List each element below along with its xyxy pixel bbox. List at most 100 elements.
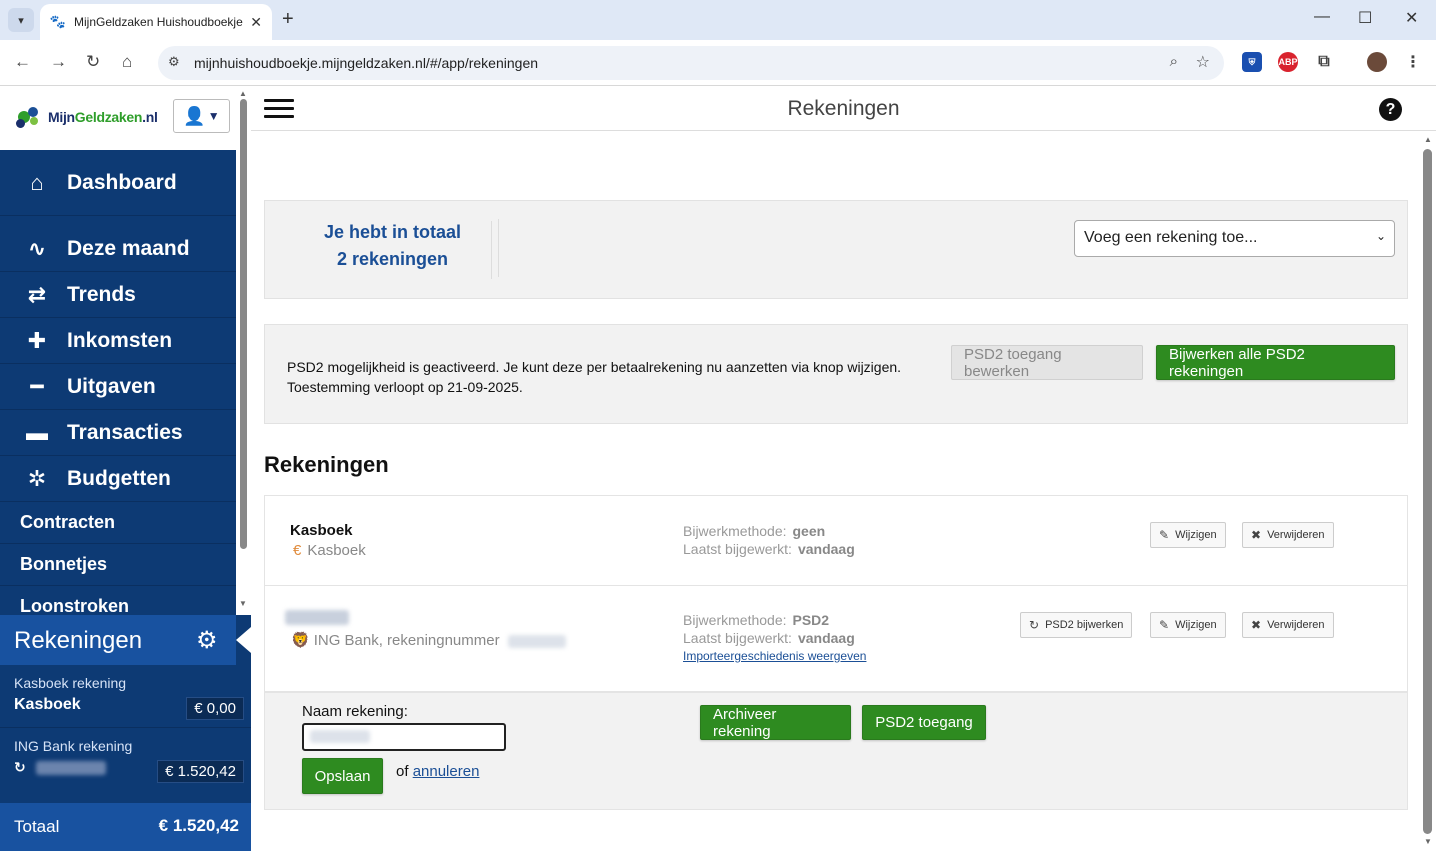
psd2-edit-button[interactable]: PSD2 toegang bewerken bbox=[951, 345, 1143, 380]
sync-icon: ↻ bbox=[1029, 618, 1040, 632]
account-balance: € 0,00 bbox=[186, 697, 244, 720]
edit-button[interactable]: ✎ Wijzigen bbox=[1150, 522, 1226, 548]
shuffle-icon: ⇄ bbox=[27, 281, 47, 307]
url-text: mijnhuishoudboekje.mijngeldzaken.nl/#/ap… bbox=[194, 55, 539, 71]
cancel-link[interactable]: annuleren bbox=[413, 763, 480, 780]
site-info-icon[interactable]: ⚙ bbox=[168, 54, 180, 70]
menu-item-budgetten[interactable]: ✲ Budgetten bbox=[0, 456, 236, 502]
bitwarden-icon[interactable]: ⛨ bbox=[1242, 52, 1262, 72]
redacted-input-value bbox=[310, 730, 370, 743]
logo-text-c: .nl bbox=[142, 109, 158, 125]
menu-item-bonnetjes[interactable]: Bonnetjes bbox=[0, 544, 236, 586]
edit-button[interactable]: ✎ Wijzigen bbox=[1150, 612, 1226, 638]
name-label: Naam rekening: bbox=[302, 703, 408, 720]
psd2-update-all-button[interactable]: Bijwerken alle PSD2 rekeningen bbox=[1156, 345, 1395, 380]
main-content: Rekeningen ? ▲ ▼ Je hebt in totaal 2 rek… bbox=[251, 87, 1436, 851]
scroll-up-icon[interactable]: ▲ bbox=[1424, 135, 1432, 144]
account-meta: Bijwerkmethode: PSD2 Laatst bijgewerkt: va… bbox=[683, 611, 855, 647]
logo[interactable]: MijnGeldzaken.nl bbox=[14, 103, 158, 131]
save-button[interactable]: Opslaan bbox=[302, 758, 383, 794]
updated-value: vandaag bbox=[797, 630, 855, 646]
sync-icon: ↻ bbox=[14, 759, 26, 775]
account-name-input[interactable] bbox=[302, 723, 506, 751]
logo-mark-icon bbox=[14, 103, 46, 131]
account-summary-kasboek[interactable]: Kasboek rekening Kasboek € 0,00 bbox=[0, 665, 251, 725]
menu-item-loonstroken[interactable]: Loonstroken bbox=[0, 586, 236, 615]
accounts-panel: Rekeningen ⚙ Kasboek rekening Kasboek € … bbox=[0, 615, 251, 851]
menu-item-trends[interactable]: ⇄ Trends bbox=[0, 272, 236, 318]
scroll-down-icon[interactable]: ▼ bbox=[1424, 837, 1432, 846]
method-value: geen bbox=[792, 523, 826, 539]
account-card-kasboek: Kasboek € Kasboek Bijwerkmethode: geen Laa… bbox=[264, 495, 1408, 586]
account-type: 🦁 ING Bank, rekeningnummer bbox=[291, 631, 566, 649]
summary-line1: Je hebt in totaal bbox=[323, 222, 462, 242]
forward-icon[interactable]: → bbox=[50, 52, 67, 72]
adblock-icon[interactable]: ABP bbox=[1278, 52, 1298, 72]
back-icon[interactable]: ← bbox=[14, 52, 31, 72]
pencil-icon: ✎ bbox=[1159, 618, 1170, 632]
menu-item-deze-maand[interactable]: ∿ Deze maand bbox=[0, 216, 236, 272]
summary-panel: Je hebt in totaal 2 rekeningen Voeg een … bbox=[264, 200, 1408, 299]
url-field[interactable]: ⚙ mijnhuishoudboekje.mijngeldzaken.nl/#/… bbox=[158, 46, 1224, 80]
delete-button[interactable]: ✖ Verwijderen bbox=[1242, 612, 1334, 638]
browser-menu-icon[interactable]: ⋮ bbox=[1403, 52, 1423, 72]
delete-button[interactable]: ✖ Verwijderen bbox=[1242, 522, 1334, 548]
close-tab-icon[interactable]: ✕ bbox=[250, 14, 262, 31]
sidebar: MijnGeldzaken.nl 👤 ▼ ⌂ Dashboard ∿ Deze … bbox=[0, 87, 251, 851]
redacted-name bbox=[285, 610, 349, 625]
menu-item-contracten[interactable]: Contracten bbox=[0, 502, 236, 544]
menu-label: Loonstroken bbox=[20, 596, 130, 615]
main-scrollbar[interactable]: ▲ ▼ bbox=[1420, 131, 1436, 851]
browser-tab[interactable]: 🐾 MijnGeldzaken Huishoudboekje ✕ bbox=[40, 4, 272, 40]
account-summary-ing[interactable]: ING Bank rekening ↻ € 1.520,42 bbox=[0, 727, 251, 787]
zoom-icon[interactable]: ⌕ bbox=[1170, 53, 1178, 70]
minimize-icon[interactable]: — bbox=[1314, 8, 1330, 26]
add-account-select-value: Voeg een rekening toe... bbox=[1084, 229, 1258, 246]
scroll-up-icon[interactable]: ▲ bbox=[239, 89, 247, 98]
minus-icon: ━ bbox=[30, 373, 44, 399]
sidebar-scrollbar[interactable]: ▲ ▼ bbox=[236, 87, 251, 615]
menu-item-uitgaven[interactable]: ━ Uitgaven bbox=[0, 364, 236, 410]
tab-title: MijnGeldzaken Huishoudboekje bbox=[74, 15, 243, 29]
accounts-total: Totaal € 1.520,42 bbox=[0, 803, 251, 851]
home-nav-icon[interactable]: ⌂ bbox=[122, 52, 132, 72]
scrollbar-thumb[interactable] bbox=[1423, 149, 1432, 834]
main-menu: ⌂ Dashboard ∿ Deze maand ⇄ Trends ✚ Inko… bbox=[0, 150, 236, 615]
scrollbar-thumb[interactable] bbox=[240, 99, 247, 549]
new-tab-icon[interactable]: + bbox=[282, 8, 294, 31]
logo-text-a: Mijn bbox=[48, 109, 75, 125]
psd2-update-button[interactable]: ↻ PSD2 bijwerken bbox=[1020, 612, 1133, 638]
extensions-icon[interactable]: ⧉ bbox=[1314, 52, 1334, 72]
maximize-icon[interactable]: ☐ bbox=[1358, 8, 1372, 28]
accounts-title: Rekeningen bbox=[14, 627, 143, 654]
menu-label: Contracten bbox=[20, 512, 116, 532]
menu-item-dashboard[interactable]: ⌂ Dashboard bbox=[0, 150, 236, 216]
account-type: € Kasboek bbox=[293, 542, 366, 559]
psd2-line2: Toestemming verloopt op 21-09-2025. bbox=[287, 379, 523, 395]
budget-icon: ✲ bbox=[27, 465, 47, 491]
archive-account-button[interactable]: Archiveer rekening bbox=[700, 705, 851, 740]
psd2-notice: PSD2 mogelijkheid is geactiveerd. Je kun… bbox=[287, 357, 901, 397]
add-account-select[interactable]: Voeg een rekening toe... ⌄ bbox=[1074, 220, 1395, 257]
menu-item-transacties[interactable]: ▬ Transacties bbox=[0, 410, 236, 456]
updated-value: vandaag bbox=[797, 541, 855, 557]
ing-lion-icon: 🦁 bbox=[291, 632, 310, 649]
updated-label: Laatst bijgewerkt: bbox=[683, 630, 792, 646]
settings-gears-icon[interactable]: ⚙ bbox=[196, 626, 218, 655]
bookmark-star-icon[interactable]: ☆ bbox=[1196, 52, 1210, 72]
user-menu-button[interactable]: 👤 ▼ bbox=[173, 99, 230, 133]
help-icon[interactable]: ? bbox=[1379, 98, 1402, 121]
profile-avatar[interactable] bbox=[1367, 52, 1387, 72]
menu-label: Transacties bbox=[67, 420, 183, 444]
psd2-access-button[interactable]: PSD2 toegang bbox=[862, 705, 986, 740]
cross-icon: ✖ bbox=[1251, 618, 1262, 632]
euro-icon: € bbox=[293, 542, 302, 559]
menu-item-inkomsten[interactable]: ✚ Inkomsten bbox=[0, 318, 236, 364]
close-window-icon[interactable]: ✕ bbox=[1405, 8, 1418, 28]
import-history-link[interactable]: Importeergeschiedenis weergeven bbox=[683, 649, 866, 663]
menu-label: Dashboard bbox=[67, 170, 177, 194]
scroll-down-icon[interactable]: ▼ bbox=[239, 599, 247, 608]
reload-icon[interactable]: ↻ bbox=[86, 52, 100, 72]
tab-search-button[interactable]: ▾ bbox=[8, 8, 34, 32]
cancel-text: of annuleren bbox=[396, 763, 479, 780]
